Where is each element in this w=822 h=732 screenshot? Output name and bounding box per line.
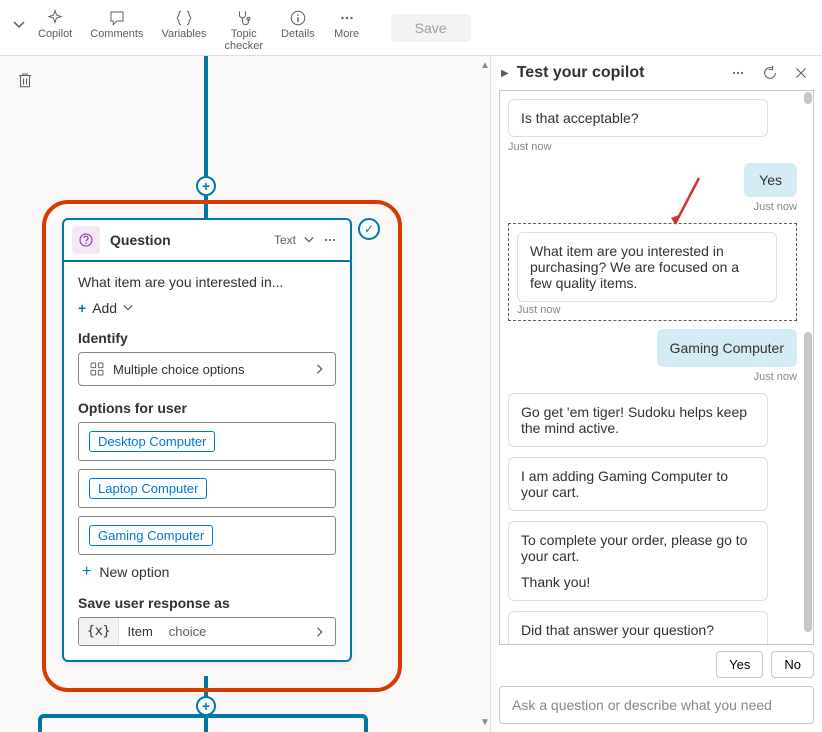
sparkle-icon (46, 8, 64, 28)
options-label: Options for user (78, 400, 336, 416)
bot-message: Is that acceptable? (508, 99, 768, 137)
info-icon (289, 8, 307, 28)
chevron-down-icon (13, 19, 25, 31)
toolbar-details[interactable]: Details (273, 6, 323, 42)
bot-message: I am adding Gaming Computer to your cart… (508, 457, 768, 511)
chat-scrollbar[interactable] (804, 92, 812, 643)
toolbar-copilot[interactable]: Copilot (30, 6, 80, 42)
question-text[interactable]: What item are you interested in... (78, 274, 336, 290)
toolbar-topic-l2: checker (224, 40, 263, 52)
toolbar-topic-l1: Topic (231, 28, 257, 40)
scroll-up-icon: ▲ (480, 60, 490, 71)
user-message: Yes (744, 163, 797, 197)
chat-input[interactable]: Ask a question or describe what you need (499, 686, 814, 724)
stethoscope-icon (235, 8, 253, 28)
option-row[interactable]: Gaming Computer (78, 516, 336, 555)
bot-message-line: To complete your order, please go to you… (521, 532, 755, 564)
bot-message: What item are you interested in purchasi… (517, 232, 777, 302)
scroll-thumb[interactable] (804, 332, 812, 632)
toolbar-more-label: More (334, 28, 359, 40)
caret-right-icon[interactable]: ▶ (501, 68, 509, 79)
node-mode[interactable]: Text (274, 233, 296, 247)
panel-header: ▶ Test your copilot (491, 56, 822, 90)
chevron-right-icon (315, 363, 325, 375)
add-message-button[interactable]: + Add (78, 300, 336, 316)
question-icon (72, 226, 100, 254)
toolbar: Copilot Comments Variables Topic checker… (0, 0, 822, 56)
plus-icon: + (78, 300, 86, 316)
plus-icon: + (82, 563, 91, 581)
node-header: Question Text (64, 220, 350, 262)
toolbar-chevron[interactable] (10, 6, 28, 44)
option-chip[interactable]: Laptop Computer (89, 478, 207, 499)
authoring-canvas[interactable]: ▲ ▼ + Question Text What (0, 56, 490, 732)
annotation-arrow-icon (667, 174, 707, 234)
toolbar-variables-label: Variables (161, 28, 206, 40)
bot-message-line: Thank you! (521, 574, 755, 590)
chat-input-placeholder: Ask a question or describe what you need (512, 697, 772, 713)
chevron-right-icon (305, 620, 335, 644)
variable-name: Item (119, 618, 160, 645)
delete-icon[interactable] (16, 70, 34, 90)
chevron-down-icon[interactable] (300, 235, 318, 245)
option-row[interactable]: Laptop Computer (78, 469, 336, 508)
panel-title: Test your copilot (517, 64, 718, 82)
bot-message: To complete your order, please go to you… (508, 521, 768, 601)
new-option-button[interactable]: + New option (82, 563, 336, 581)
add-label: Add (92, 300, 117, 316)
scroll-thumb[interactable] (804, 92, 812, 104)
timestamp: Just now (517, 304, 788, 316)
add-node-button-top[interactable]: + (196, 176, 216, 196)
timestamp: Just now (508, 141, 797, 153)
save-as-label: Save user response as (78, 595, 336, 611)
close-button[interactable] (790, 66, 812, 80)
comment-icon (108, 8, 126, 28)
toolbar-copilot-label: Copilot (38, 28, 72, 40)
node-title: Question (110, 232, 274, 248)
flow-connector (204, 56, 208, 176)
toolbar-comments-label: Comments (90, 28, 143, 40)
quick-reply-no[interactable]: No (771, 651, 814, 678)
node-valid-icon: ✓ (358, 218, 380, 240)
canvas-scrollbar[interactable]: ▲ ▼ (480, 60, 490, 728)
tracked-turn: What item are you interested in purchasi… (508, 223, 797, 321)
add-node-button-bottom[interactable]: + (196, 696, 216, 716)
bot-message: Go get 'em tiger! Sudoku helps keep the … (508, 393, 768, 447)
chevron-down-icon (123, 303, 133, 313)
identify-value: Multiple choice options (113, 362, 245, 377)
identify-selector[interactable]: Multiple choice options (78, 352, 336, 386)
chat-transcript: Is that acceptable? Just now Yes Just no… (499, 90, 814, 645)
save-button[interactable]: Save (391, 14, 471, 42)
toolbar-details-label: Details (281, 28, 315, 40)
scroll-down-icon: ▼ (480, 717, 490, 728)
timestamp: Just now (508, 201, 797, 213)
variable-type: choice (161, 618, 215, 645)
quick-reply-yes[interactable]: Yes (716, 651, 763, 678)
flow-branch (38, 714, 368, 732)
toolbar-comments[interactable]: Comments (82, 6, 151, 42)
option-chip[interactable]: Gaming Computer (89, 525, 213, 546)
test-panel: ▶ Test your copilot Is that acceptable? … (490, 56, 822, 732)
timestamp: Just now (508, 371, 797, 383)
variable-token-icon: {x} (79, 618, 119, 645)
node-more-button[interactable] (318, 232, 342, 248)
toolbar-topic-checker[interactable]: Topic checker (216, 6, 271, 54)
user-message: Gaming Computer (657, 329, 797, 367)
new-option-label: New option (99, 564, 169, 580)
option-row[interactable]: Desktop Computer (78, 422, 336, 461)
toolbar-more[interactable]: More (325, 6, 369, 42)
response-variable[interactable]: {x} Item choice (78, 617, 336, 646)
refresh-button[interactable] (758, 65, 782, 81)
option-chip[interactable]: Desktop Computer (89, 431, 215, 452)
identify-label: Identify (78, 330, 336, 346)
quick-replies: Yes No (491, 651, 822, 686)
more-icon (338, 8, 356, 28)
toolbar-variables[interactable]: Variables (153, 6, 214, 42)
question-node[interactable]: Question Text What item are you interest… (62, 218, 352, 662)
grid-icon (89, 361, 105, 377)
braces-icon (175, 8, 193, 28)
bot-message: Did that answer your question? (508, 611, 768, 644)
panel-more-button[interactable] (726, 65, 750, 81)
